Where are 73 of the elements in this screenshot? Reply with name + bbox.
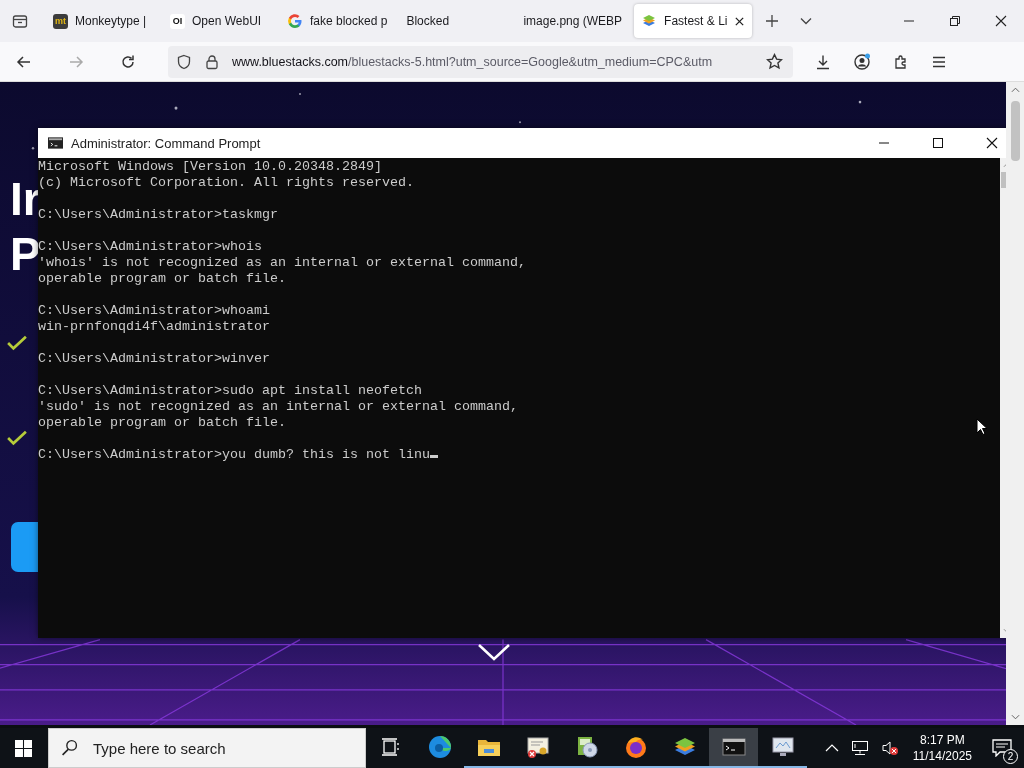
mouse-cursor-icon xyxy=(976,418,988,436)
tab-list-icon[interactable] xyxy=(12,13,28,30)
checkmark-icon xyxy=(6,335,28,351)
console-icon xyxy=(721,737,746,757)
text-cursor xyxy=(429,455,438,458)
url-text: www.bluestacks.com/bluestacks-5.html?utm_source=Google&utm_medium=CPC&utm xyxy=(232,54,714,69)
tab-title: Fastest & Li xyxy=(664,14,728,29)
close-icon[interactable] xyxy=(995,15,1007,28)
browser-tab[interactable]: mt Monkeytype | xyxy=(46,4,158,39)
chevron-down-icon[interactable] xyxy=(477,642,511,662)
extensions-icon[interactable] xyxy=(893,53,909,70)
account-icon[interactable] xyxy=(853,52,871,71)
console-line: 'sudo' is not recognized as an internal or external command, xyxy=(38,399,518,415)
task-view-icon xyxy=(380,737,401,757)
search-field[interactable]: Type here to search xyxy=(48,728,366,768)
notifications-button[interactable]: 2 xyxy=(980,728,1024,768)
console-line: 'whois' is not recognized as an internal or external command, xyxy=(38,255,526,271)
chevron-up-icon[interactable] xyxy=(824,743,839,753)
browser-tab[interactable]: Blocked xyxy=(399,4,512,39)
search-icon xyxy=(61,739,78,756)
taskbar-app[interactable] xyxy=(709,728,758,768)
page-scrollbar[interactable] xyxy=(1006,82,1024,725)
console-line: C:\Users\Administrator>whoami xyxy=(38,303,270,319)
console-line: C:\Users\Administrator>sudo apt install neofetch xyxy=(38,383,422,399)
close-icon[interactable] xyxy=(986,137,998,149)
date-text: 11/14/2025 xyxy=(912,748,972,764)
reload-icon[interactable] xyxy=(120,53,136,70)
site-icon: mt xyxy=(53,13,68,29)
volume-muted-icon[interactable] xyxy=(880,740,899,756)
console-line: C:\Users\Administrator>you dumb? this is not linu xyxy=(38,447,430,462)
maximize-icon[interactable] xyxy=(932,137,944,149)
console-icon xyxy=(48,137,63,149)
close-tab-icon[interactable] xyxy=(734,15,746,27)
time-text: 8:17 PM xyxy=(920,732,965,748)
tab-title: Blocked xyxy=(406,14,451,29)
monitor-icon xyxy=(770,735,795,759)
browser-tab[interactable]: fake blocked p xyxy=(280,4,395,39)
restore-icon[interactable] xyxy=(949,15,961,28)
clock[interactable]: 8:17 PM 11/14/2025 xyxy=(912,732,972,764)
checkmark-icon xyxy=(6,430,28,446)
browser-icon xyxy=(427,735,452,759)
tab-title: Open WebUI xyxy=(192,14,263,29)
tab-title: fake blocked p xyxy=(310,14,388,29)
star-icon[interactable] xyxy=(766,53,783,71)
new-tab-icon[interactable] xyxy=(765,14,780,29)
window-title: Administrator: Command Prompt xyxy=(71,135,261,151)
console-line: operable program or batch file. xyxy=(38,415,286,431)
browser-tab[interactable]: image.png (WEBP xyxy=(516,4,630,39)
address-bar[interactable]: www.bluestacks.com/bluestacks-5.html?utm_source=Google&utm_medium=CPC&utm xyxy=(168,45,793,78)
browser-tab[interactable]: OI Open WebUI xyxy=(163,4,275,39)
back-icon[interactable] xyxy=(16,53,32,70)
console-line: win-prnfonqdi4f\administrator xyxy=(38,319,270,335)
scroll-thumb[interactable] xyxy=(1010,101,1020,161)
browser-tab[interactable]: Fastest & Li xyxy=(634,4,753,39)
google-icon xyxy=(287,13,303,30)
console-line: C:\Users\Administrator>winver xyxy=(38,351,270,367)
network-icon[interactable] xyxy=(850,740,869,756)
console-line: operable program or batch file. xyxy=(38,271,286,287)
scroll-down-icon[interactable] xyxy=(1010,714,1020,720)
browser-icon xyxy=(623,735,648,759)
download-icon[interactable] xyxy=(815,53,831,70)
start-icon[interactable] xyxy=(15,739,32,757)
site-icon: OI xyxy=(170,13,185,29)
certificate-icon xyxy=(525,735,550,759)
notification-count: 2 xyxy=(1003,749,1018,764)
shield-icon[interactable] xyxy=(176,53,192,70)
console-line: Microsoft Windows [Version 10.0.20348.2849] xyxy=(38,159,382,175)
folder-icon xyxy=(476,737,501,757)
tab-title: Monkeytype | xyxy=(75,14,148,29)
tab-title: image.png (WEBP xyxy=(523,14,623,29)
console-line: (c) Microsoft Corporation. All rights reserved. xyxy=(38,175,414,191)
scroll-up-icon[interactable] xyxy=(1010,87,1020,93)
lock-icon[interactable] xyxy=(204,53,220,70)
